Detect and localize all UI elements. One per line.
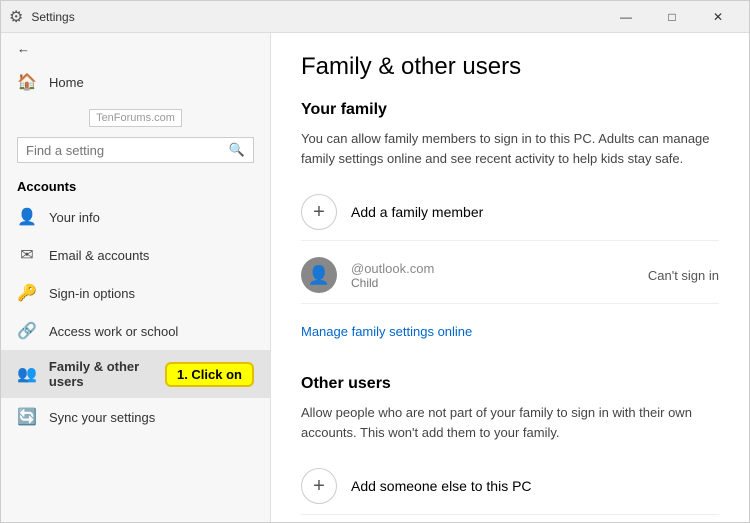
title-bar: ⚙ Settings — □ ✕ xyxy=(1,1,749,33)
page-title: Family & other users xyxy=(301,53,719,81)
avatar: 👤 xyxy=(301,257,337,293)
your-family-title: Your family xyxy=(301,101,719,119)
search-box[interactable]: 🔍 xyxy=(17,137,254,163)
back-arrow-icon: ← xyxy=(17,41,30,56)
sync-icon: 🔄 xyxy=(17,407,37,427)
watermark-area: TenForums.com xyxy=(1,100,270,131)
search-icon: 🔍 xyxy=(229,142,245,158)
family-member-row: 👤 @outlook.com Child Can't sign in xyxy=(301,247,719,304)
sidebar-item-your-info[interactable]: 👤 Your info xyxy=(1,198,270,236)
avatar-person-icon: 👤 xyxy=(308,265,330,286)
sidebar-item-sync-label: Sync your settings xyxy=(49,410,155,425)
add-someone-label: Add someone else to this PC xyxy=(351,478,532,494)
sidebar-item-access-work-label: Access work or school xyxy=(49,324,178,339)
home-label: Home xyxy=(49,75,84,90)
member-role: Child xyxy=(351,276,634,290)
close-button[interactable]: ✕ xyxy=(695,1,741,33)
link-icon: 🔗 xyxy=(17,321,37,341)
cant-sign-in-status: Can't sign in xyxy=(648,268,719,283)
member-email: @outlook.com xyxy=(351,261,634,276)
other-users-title: Other users xyxy=(301,375,719,393)
your-family-desc: You can allow family members to sign in … xyxy=(301,129,719,168)
sidebar-item-your-info-label: Your info xyxy=(49,210,100,225)
manage-family-link[interactable]: Manage family settings online xyxy=(301,324,472,339)
settings-window: ⚙ Settings — □ ✕ ← 🏠 Home TenForums.com xyxy=(0,0,750,523)
your-family-section: Your family You can allow family members… xyxy=(301,101,719,357)
settings-window-icon: ⚙ xyxy=(9,7,23,27)
accounts-section-label: Accounts xyxy=(1,169,270,198)
maximize-button[interactable]: □ xyxy=(649,1,695,33)
sidebar-item-family-label: Family & other users xyxy=(49,359,149,389)
sidebar-item-sign-in[interactable]: 🔑 Sign-in options xyxy=(1,274,270,312)
add-family-member-button[interactable]: + Add a family member xyxy=(301,184,719,241)
sidebar: ← 🏠 Home TenForums.com 🔍 Accounts 👤 Your… xyxy=(1,33,271,522)
home-icon: 🏠 xyxy=(17,72,37,92)
add-someone-button[interactable]: + Add someone else to this PC xyxy=(301,458,719,515)
other-users-section: Other users Allow people who are not par… xyxy=(301,375,719,515)
key-icon: 🔑 xyxy=(17,283,37,303)
title-bar-left: ⚙ Settings xyxy=(9,7,603,27)
sidebar-item-sign-in-label: Sign-in options xyxy=(49,286,135,301)
title-bar-controls: — □ ✕ xyxy=(603,1,741,33)
manage-link-container: Manage family settings online 2. Click o… xyxy=(301,314,719,357)
title-bar-title: Settings xyxy=(31,10,74,24)
sidebar-item-email-label: Email & accounts xyxy=(49,248,149,263)
sidebar-item-sync[interactable]: 🔄 Sync your settings xyxy=(1,398,270,436)
watermark: TenForums.com xyxy=(89,109,182,127)
plus-icon-2: + xyxy=(301,468,337,504)
add-member-label: Add a family member xyxy=(351,204,483,220)
your-info-icon: 👤 xyxy=(17,207,37,227)
sidebar-item-access-work[interactable]: 🔗 Access work or school xyxy=(1,312,270,350)
search-input[interactable] xyxy=(26,143,223,158)
sidebar-item-home[interactable]: 🏠 Home xyxy=(1,64,270,100)
back-button[interactable]: ← xyxy=(1,33,270,64)
other-users-desc: Allow people who are not part of your fa… xyxy=(301,403,719,442)
plus-icon: + xyxy=(301,194,337,230)
email-icon: ✉ xyxy=(17,245,37,265)
member-info: @outlook.com Child xyxy=(351,261,634,290)
family-icon: 👥 xyxy=(17,364,37,384)
sidebar-item-family-users[interactable]: 👥 Family & other users 1. Click on xyxy=(1,350,270,398)
callout1-bubble: 1. Click on xyxy=(165,362,254,387)
sidebar-item-email-accounts[interactable]: ✉ Email & accounts xyxy=(1,236,270,274)
main-content: ← 🏠 Home TenForums.com 🔍 Accounts 👤 Your… xyxy=(1,33,749,522)
minimize-button[interactable]: — xyxy=(603,1,649,33)
right-content: Family & other users Your family You can… xyxy=(271,33,749,522)
